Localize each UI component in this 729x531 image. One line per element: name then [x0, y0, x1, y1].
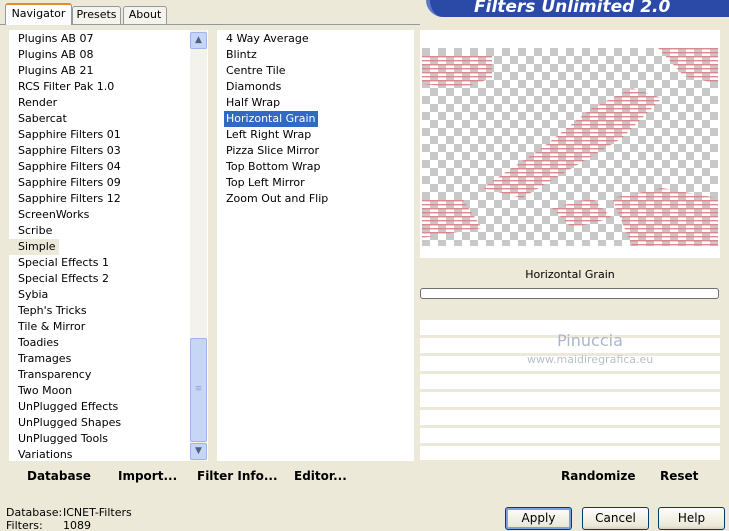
app-banner: Filters Unlimited 2.0 [426, 0, 729, 17]
category-item[interactable]: UnPlugged Tools [9, 431, 208, 447]
preview-filter-name: Horizontal Grain [420, 264, 720, 286]
filter-item[interactable]: Diamonds [224, 79, 284, 95]
status-database: Database: ICNET-Filters [6, 506, 132, 519]
category-scrollbar[interactable]: ▲ ≡ ▼ [190, 30, 207, 461]
tab-strip: Navigator Presets About [0, 0, 420, 26]
editor-button[interactable]: Editor... [294, 469, 347, 483]
category-item[interactable]: Sapphire Filters 01 [9, 127, 208, 143]
category-item[interactable]: UnPlugged Effects [9, 399, 208, 415]
apply-button[interactable]: Apply [505, 507, 572, 530]
filter-item[interactable]: Blintz [224, 47, 260, 63]
category-item[interactable]: Toadies [9, 335, 208, 351]
status-database-value: ICNET-Filters [63, 506, 132, 519]
parameter-area [420, 302, 720, 461]
scroll-down-button[interactable]: ▼ [190, 443, 207, 460]
preview-toolbar: Randomize Reset [420, 462, 720, 490]
category-item[interactable]: Sapphire Filters 09 [9, 175, 208, 191]
param-row [420, 410, 720, 425]
filter-list[interactable]: 4 Way Average Blintz Centre Tile Diamonds Ha… [217, 30, 414, 461]
progress-bar [420, 288, 719, 299]
filter-item[interactable]: Pizza Slice Mirror [224, 143, 322, 159]
category-list[interactable]: Plugins AB 07 Plugins AB 08 Plugins AB 21 R… [9, 30, 208, 461]
scroll-thumb[interactable]: ≡ [190, 338, 207, 442]
category-item[interactable]: Sapphire Filters 04 [9, 159, 208, 175]
status-filters: Filters: 1089 [6, 519, 91, 531]
tab-navigator[interactable]: Navigator [5, 3, 72, 25]
category-item[interactable]: Simple [9, 239, 59, 255]
watermark-name: Pinuccia [557, 331, 623, 350]
preview-panel [420, 30, 720, 258]
param-row [420, 428, 720, 443]
filter-item[interactable]: Half Wrap [224, 95, 283, 111]
watermark-site: www.maidiregrafica.eu [527, 353, 654, 366]
status-filters-label: Filters: [6, 519, 43, 531]
category-item[interactable]: Sapphire Filters 03 [9, 143, 208, 159]
database-button[interactable]: Database [27, 469, 91, 483]
filter-item[interactable]: Zoom Out and Flip [224, 191, 331, 207]
param-row [420, 374, 720, 389]
filter-item[interactable]: Top Bottom Wrap [224, 159, 324, 175]
category-item[interactable]: Sybia [9, 287, 208, 303]
param-row [420, 446, 720, 460]
category-item[interactable]: Special Effects 1 [9, 255, 208, 271]
filter-item[interactable]: Horizontal Grain [224, 111, 319, 127]
import-button[interactable]: Import... [118, 469, 177, 483]
category-item[interactable]: UnPlugged Shapes [9, 415, 208, 431]
category-item[interactable]: Sapphire Filters 12 [9, 191, 208, 207]
category-item[interactable]: Render [9, 95, 208, 111]
category-item[interactable]: RCS Filter Pak 1.0 [9, 79, 208, 95]
randomize-button[interactable]: Randomize [561, 469, 635, 483]
category-item[interactable]: Transparency [9, 367, 208, 383]
status-database-label: Database: [6, 506, 63, 519]
category-item[interactable]: Plugins AB 21 [9, 63, 208, 79]
help-button[interactable]: Help [658, 507, 725, 530]
category-item[interactable]: ScreenWorks [9, 207, 208, 223]
filter-item[interactable]: Top Left Mirror [224, 175, 308, 191]
preview-image [422, 48, 718, 246]
cancel-button[interactable]: Cancel [582, 507, 649, 530]
filter-item[interactable]: Centre Tile [224, 63, 289, 79]
reset-button[interactable]: Reset [660, 469, 698, 483]
tab-about[interactable]: About [123, 6, 167, 24]
category-item[interactable]: Sabercat [9, 111, 208, 127]
category-item[interactable]: Tile & Mirror [9, 319, 208, 335]
param-row [420, 392, 720, 407]
category-item[interactable]: Teph's Tricks [9, 303, 208, 319]
category-item[interactable]: Two Moon [9, 383, 208, 399]
status-filters-value: 1089 [63, 519, 91, 531]
filter-item[interactable]: Left Right Wrap [224, 127, 314, 143]
category-item[interactable]: Plugins AB 08 [9, 47, 208, 63]
filter-item[interactable]: 4 Way Average [224, 31, 312, 47]
list-toolbar: Database Import... Filter Info... Editor… [9, 462, 414, 490]
category-item[interactable]: Variations [9, 447, 208, 461]
category-item[interactable]: Scribe [9, 223, 208, 239]
filter-info-button[interactable]: Filter Info... [197, 469, 278, 483]
category-item[interactable]: Special Effects 2 [9, 271, 208, 287]
category-item[interactable]: Plugins AB 07 [9, 31, 208, 47]
tab-presets[interactable]: Presets [72, 6, 121, 24]
category-item[interactable]: Tramages [9, 351, 208, 367]
scroll-up-button[interactable]: ▲ [190, 32, 207, 49]
